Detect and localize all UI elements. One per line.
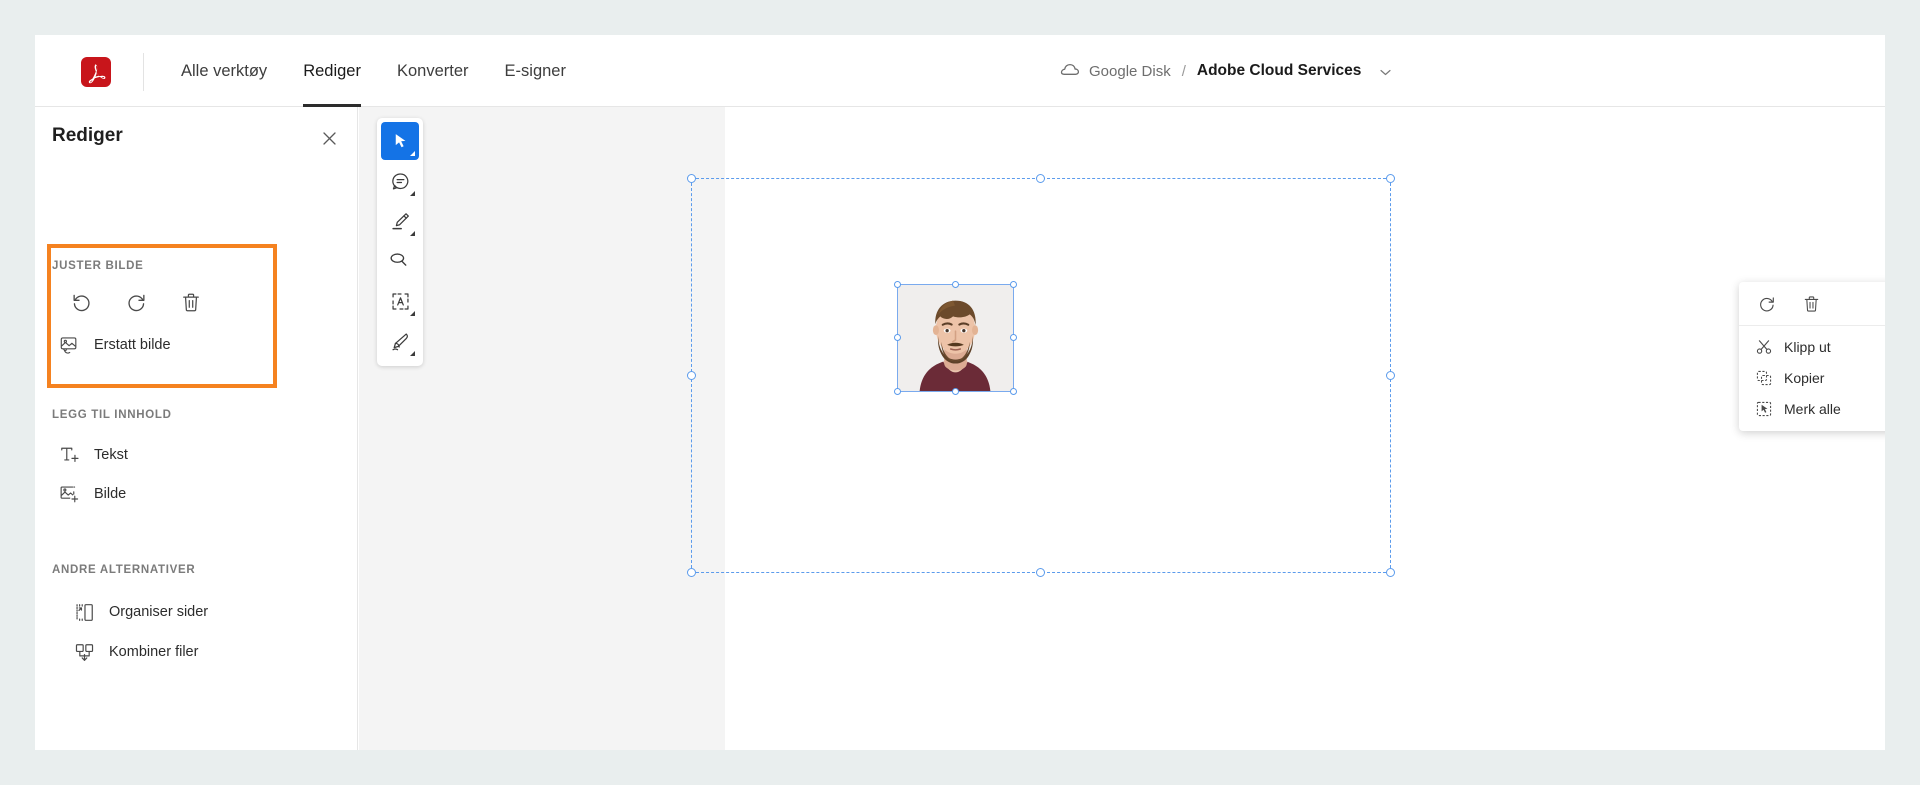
context-menu-items: Klipp ut Kopier Merk alle bbox=[1739, 326, 1885, 431]
tool-caret-icon bbox=[410, 191, 415, 196]
resize-handle-bottom-center[interactable] bbox=[1036, 568, 1045, 577]
copy-icon bbox=[1755, 369, 1772, 386]
tool-comment-bubble-icon[interactable] bbox=[381, 162, 419, 200]
selected-image[interactable] bbox=[894, 281, 1017, 395]
resize-handle-bottom-right[interactable] bbox=[1386, 568, 1395, 577]
nav-tabs: Alle verktøy Rediger Konverter E-signer bbox=[163, 35, 584, 107]
top-bar: Alle verktøy Rediger Konverter E-signer … bbox=[35, 35, 1885, 107]
tab-e-signer[interactable]: E-signer bbox=[487, 35, 584, 107]
tool-caret-icon bbox=[410, 151, 415, 156]
tool-text-box-select-icon[interactable] bbox=[381, 282, 419, 320]
panel-title: Rediger bbox=[52, 125, 123, 146]
menu-item-erstatt-bilde[interactable]: Erstatt bilde bbox=[48, 327, 338, 363]
scissors-icon bbox=[1755, 338, 1772, 355]
resize-handle-top-center[interactable] bbox=[1036, 174, 1045, 183]
workspace: Rediger JUSTER BILDE Erstatt bilde LEGG … bbox=[35, 107, 1885, 750]
breadcrumb[interactable]: Google Disk / Adobe Cloud Services bbox=[1060, 35, 1391, 107]
menu-item-kombiner-filer[interactable]: Kombiner filer bbox=[63, 634, 353, 670]
menu-item-label: Erstatt bilde bbox=[94, 337, 171, 353]
image-handle-top-center[interactable] bbox=[951, 281, 959, 288]
portrait-photo bbox=[898, 285, 1013, 391]
menu-item-label: Kombiner filer bbox=[109, 644, 199, 660]
annotation-toolbar bbox=[377, 118, 423, 366]
replace-image-icon bbox=[58, 334, 80, 356]
tool-caret-icon bbox=[410, 351, 415, 356]
image-handle-middle-left[interactable] bbox=[894, 334, 901, 341]
tab-konverter[interactable]: Konverter bbox=[379, 35, 487, 107]
breadcrumb-separator: / bbox=[1181, 62, 1186, 80]
menu-item-label: Bilde bbox=[94, 486, 127, 502]
section-label-legg-til-innhold: LEGG TIL INNHOLD bbox=[52, 409, 172, 421]
context-item-klipp-ut[interactable]: Klipp ut bbox=[1739, 331, 1885, 362]
page-selection-box[interactable] bbox=[687, 174, 1395, 577]
close-icon[interactable] bbox=[318, 127, 340, 149]
combine-files-icon bbox=[73, 641, 95, 663]
tab-rediger[interactable]: Rediger bbox=[285, 35, 379, 107]
tool-highlighter-icon[interactable] bbox=[381, 202, 419, 240]
context-item-label: Merk alle bbox=[1784, 400, 1841, 417]
tab-label: Alle verktøy bbox=[181, 61, 268, 80]
image-handle-top-left[interactable] bbox=[894, 281, 901, 288]
chevron-down-icon[interactable] bbox=[1380, 63, 1391, 80]
select-all-icon bbox=[1755, 400, 1772, 417]
document-canvas[interactable]: Klipp ut Kopier Merk alle bbox=[359, 107, 1885, 750]
tab-label: E-signer bbox=[504, 61, 566, 80]
tab-alle-verktoy[interactable]: Alle verktøy bbox=[163, 35, 285, 107]
context-item-kopier[interactable]: Kopier bbox=[1739, 362, 1885, 393]
resize-handle-middle-left[interactable] bbox=[687, 370, 696, 380]
edit-panel: Rediger JUSTER BILDE Erstatt bilde LEGG … bbox=[35, 107, 358, 750]
adobe-acrobat-logo-icon[interactable] bbox=[81, 57, 111, 87]
organize-pages-icon bbox=[73, 601, 95, 623]
image-handle-bottom-left[interactable] bbox=[894, 388, 901, 395]
resize-handle-top-right[interactable] bbox=[1386, 174, 1395, 183]
menu-item-organiser-sider[interactable]: Organiser sider bbox=[63, 594, 353, 630]
rotate-left-icon[interactable] bbox=[64, 285, 98, 319]
menu-item-tekst[interactable]: Tekst bbox=[48, 437, 338, 473]
tool-caret-icon bbox=[410, 311, 415, 316]
breadcrumb-source[interactable]: Google Disk bbox=[1089, 63, 1171, 80]
resize-handle-middle-right[interactable] bbox=[1386, 370, 1395, 380]
menu-item-bilde[interactable]: Bilde bbox=[48, 476, 338, 512]
cloud-icon bbox=[1060, 62, 1080, 80]
tool-lasso-eraser-icon[interactable] bbox=[381, 242, 419, 280]
context-menu-icon-row bbox=[1739, 282, 1885, 326]
context-item-label: Klipp ut bbox=[1784, 338, 1831, 355]
menu-item-label: Tekst bbox=[94, 447, 128, 463]
section-label-andre-alternativer: ANDRE ALTERNATIVER bbox=[52, 564, 196, 576]
delete-icon[interactable] bbox=[174, 285, 208, 319]
rotate-right-icon[interactable] bbox=[1755, 292, 1779, 316]
tool-caret-icon bbox=[410, 231, 415, 236]
logo-divider bbox=[143, 53, 144, 91]
tool-signature-pen-icon[interactable] bbox=[381, 322, 419, 360]
image-adjust-icon-row bbox=[64, 285, 208, 319]
context-item-merk-alle[interactable]: Merk alle bbox=[1739, 393, 1885, 424]
tool-select-cursor-icon[interactable] bbox=[381, 122, 419, 160]
delete-icon[interactable] bbox=[1799, 292, 1823, 316]
image-handle-middle-right[interactable] bbox=[1010, 334, 1017, 341]
image-handle-bottom-right[interactable] bbox=[1010, 388, 1017, 395]
image-context-menu: Klipp ut Kopier Merk alle bbox=[1739, 282, 1885, 431]
add-image-icon bbox=[58, 483, 80, 505]
section-label-juster-bilde: JUSTER BILDE bbox=[52, 260, 144, 272]
tab-label: Konverter bbox=[396, 61, 469, 80]
context-item-label: Kopier bbox=[1784, 369, 1825, 386]
resize-handle-bottom-left[interactable] bbox=[687, 568, 696, 577]
breadcrumb-current[interactable]: Adobe Cloud Services bbox=[1197, 62, 1362, 80]
menu-item-label: Organiser sider bbox=[109, 604, 209, 620]
image-handle-top-right[interactable] bbox=[1010, 281, 1017, 288]
panel-header: Rediger bbox=[35, 107, 358, 167]
tab-label: Rediger bbox=[303, 61, 361, 80]
app-window: Alle verktøy Rediger Konverter E-signer … bbox=[35, 35, 1885, 750]
rotate-right-icon[interactable] bbox=[119, 285, 153, 319]
image-handle-bottom-center[interactable] bbox=[951, 388, 959, 395]
add-text-icon bbox=[58, 444, 80, 466]
resize-handle-top-left[interactable] bbox=[687, 174, 696, 183]
